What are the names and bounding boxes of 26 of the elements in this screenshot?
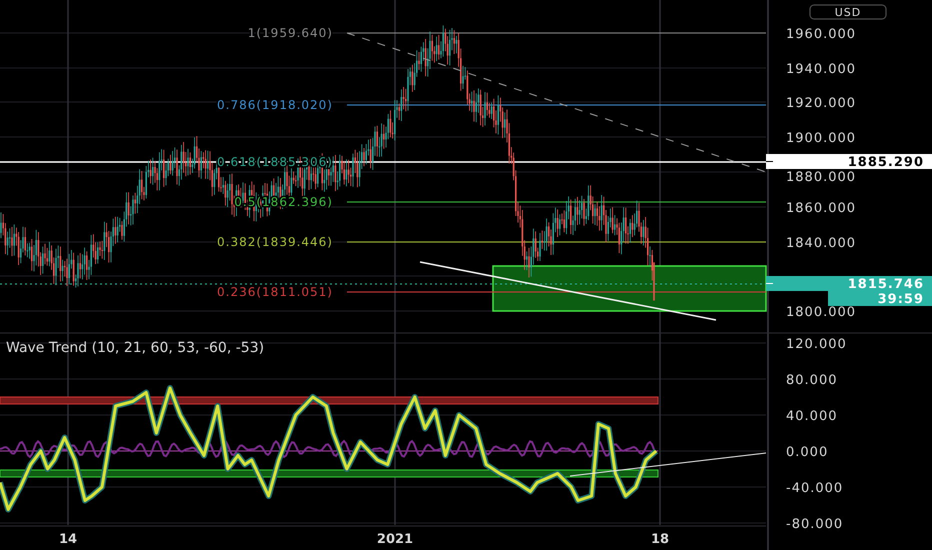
indicator-axis-label: 40.000 — [786, 409, 838, 424]
fibonacci-level-label: 1(1959.640) — [248, 26, 333, 40]
price-axis-label: 1840.000 — [786, 236, 856, 251]
fibonacci-level-label: 0.382(1839.446) — [217, 235, 333, 249]
indicator-axis-label: 0.000 — [786, 445, 828, 460]
fibonacci-level-label: 0.786(1918.020) — [217, 98, 333, 112]
price-tag: 1815.746 — [766, 276, 932, 292]
price-axis-label: 1940.000 — [786, 62, 856, 77]
time-axis-label: 2021 — [376, 532, 414, 547]
price-tag: 1885.290 — [766, 154, 932, 170]
indicator-axis-label: -40.000 — [786, 481, 844, 496]
price-axis-label: 1800.000 — [786, 305, 856, 320]
indicator-axis-label: -80.000 — [786, 517, 844, 532]
price-axis-label: 1920.000 — [786, 96, 856, 111]
currency-button[interactable]: USD — [810, 4, 886, 20]
indicator-axis-label: 80.000 — [786, 373, 838, 388]
price-axis-label: 1860.000 — [786, 201, 856, 216]
fibonacci-level-label: 0.236(1811.051) — [217, 285, 333, 299]
price-axis-label: 1960.000 — [786, 27, 856, 42]
indicator-axis-label: 120.000 — [786, 337, 847, 352]
time-axis-label: 14 — [58, 532, 78, 547]
price-axis-label: 1880.000 — [786, 170, 856, 185]
price-axis-label: 1900.000 — [786, 131, 856, 146]
indicator-title: Wave Trend (10, 21, 60, 53, -60, -53) — [6, 340, 264, 356]
countdown-tag: 39:59 — [828, 291, 932, 307]
time-axis-label: 18 — [650, 532, 670, 547]
